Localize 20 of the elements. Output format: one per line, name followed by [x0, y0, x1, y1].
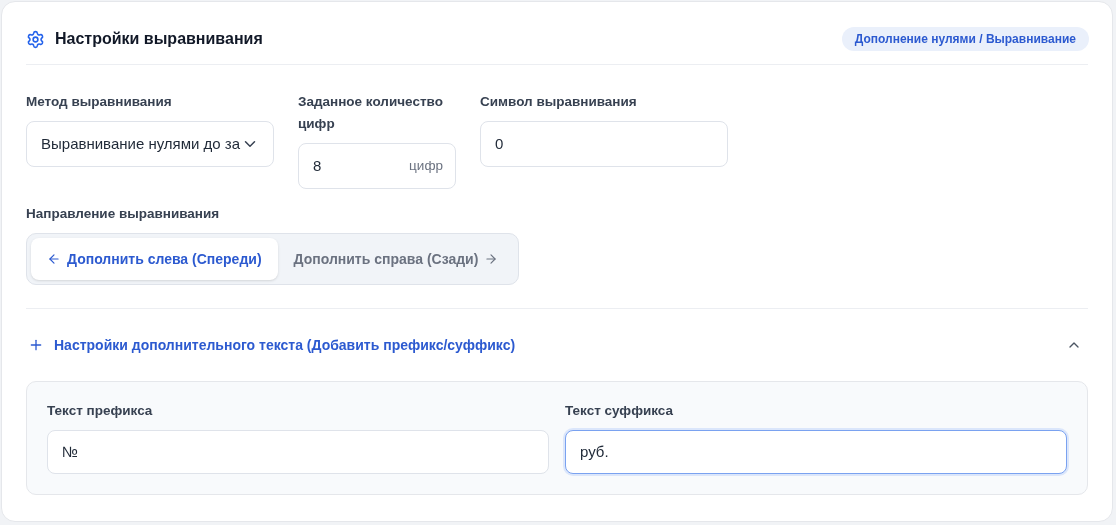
- field-label: Направление выравнивания: [26, 205, 221, 223]
- field-label: Метод выравнивания: [26, 93, 173, 111]
- mode-badge: Дополнение нулями / Выравнивание: [841, 27, 1089, 51]
- field-label: Символ выравнивания: [480, 93, 638, 111]
- arrow-right-icon: [484, 252, 499, 266]
- text-field[interactable]: №: [47, 430, 549, 474]
- direction-option[interactable]: Дополнить слева (Спереди): [31, 238, 278, 280]
- digit-count-field[interactable]: 8 цифр: [298, 143, 456, 189]
- section-title: Настройки выравнивания: [55, 29, 263, 49]
- direction-option[interactable]: Дополнить справа (Сзади): [277, 238, 515, 280]
- text-field[interactable]: руб.: [565, 430, 1067, 474]
- plus-icon: [28, 337, 44, 353]
- pad-symbol-field[interactable]: 0: [480, 121, 728, 167]
- field-label: Заданное количество цифр: [298, 93, 444, 133]
- settings-icon: [26, 29, 45, 49]
- method-select[interactable]: Выравнивание нулями до за: [26, 121, 274, 167]
- extra-text-toggle[interactable]: Настройки дополнительного текста (Добавить префикс/суффикс): [26, 309, 1088, 381]
- field-label: Текст префикса: [47, 402, 154, 420]
- field-label: Текст суффикса: [565, 402, 675, 420]
- unit-label: цифр: [409, 156, 443, 175]
